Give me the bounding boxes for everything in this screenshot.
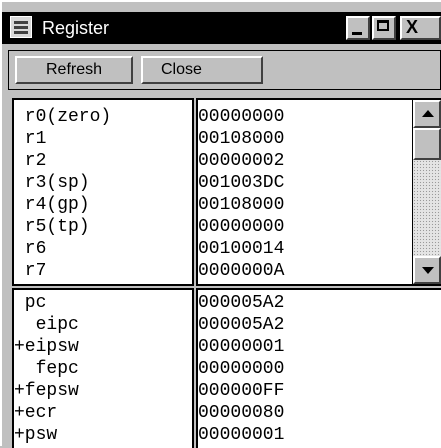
general-register-names: r0(zero) r1 r2 r3(sp) r4(gp) r5(tp) r6 r… (12, 98, 194, 286)
register-name[interactable]: r5(tp) (14, 216, 90, 238)
register-name[interactable]: +psw (14, 424, 57, 446)
refresh-button[interactable]: Refresh (15, 56, 133, 84)
register-value[interactable]: 00000000 (198, 358, 284, 380)
register-value[interactable]: 00000002 (198, 150, 284, 172)
register-value[interactable]: 000005A2 (198, 292, 284, 314)
register-name[interactable]: eipc (14, 314, 79, 336)
register-name[interactable]: pc (14, 292, 47, 314)
system-register-values: 000005A2 000005A2 00000001 00000000 0000… (196, 288, 441, 448)
register-value[interactable]: 00000080 (198, 402, 284, 424)
close-window-button[interactable]: X (400, 16, 441, 40)
register-name[interactable]: +fepsw (14, 380, 79, 402)
arrow-up-icon (422, 110, 434, 117)
title-bar[interactable]: Register X (2, 12, 441, 44)
register-window-icon (10, 16, 32, 38)
register-name[interactable]: +eipsw (14, 336, 79, 358)
vertical-scrollbar[interactable] (412, 98, 441, 286)
register-name[interactable]: +ecr (14, 402, 57, 424)
register-name[interactable]: r0(zero) (14, 106, 111, 128)
register-value[interactable]: 00000000 (198, 216, 284, 238)
arrow-down-icon (422, 267, 434, 274)
register-value[interactable]: 00100014 (198, 238, 284, 260)
system-register-names: pc eipc +eipsw fepc +fepsw +ecr +psw (12, 288, 194, 448)
general-register-values: 00000000 00108000 00000002 001003DC 0010… (196, 98, 412, 286)
minimize-button[interactable] (346, 16, 370, 40)
register-name[interactable]: r2 (14, 150, 47, 172)
scroll-up-button[interactable] (413, 100, 441, 128)
register-name[interactable]: r3(sp) (14, 172, 90, 194)
register-value[interactable]: 000000FF (198, 380, 284, 402)
register-name[interactable]: fepc (14, 358, 79, 380)
maximize-icon (377, 20, 389, 31)
register-name[interactable]: r7 (14, 260, 47, 282)
scroll-down-button[interactable] (413, 256, 441, 284)
minimize-icon (352, 32, 362, 35)
register-value[interactable]: 00000001 (198, 336, 284, 358)
window-title: Register (42, 18, 110, 38)
register-value[interactable]: 00000001 (198, 424, 284, 446)
register-value[interactable]: 000005A2 (198, 314, 284, 336)
toolbar: Refresh Close (8, 50, 441, 90)
register-value[interactable]: 00108000 (198, 194, 284, 216)
register-name[interactable]: r4(gp) (14, 194, 90, 216)
scroll-thumb[interactable] (413, 128, 441, 160)
register-name[interactable]: r1 (14, 128, 47, 150)
register-value[interactable]: 00000000 (198, 106, 284, 128)
register-value[interactable]: 0000000A (198, 260, 284, 282)
register-value[interactable]: 001003DC (198, 172, 284, 194)
close-button[interactable]: Close (141, 56, 263, 84)
register-window: Register X Refresh Close r0(zero) r1 r2 … (0, 0, 441, 448)
close-icon: X (406, 17, 419, 37)
register-value[interactable]: 00108000 (198, 128, 284, 150)
maximize-button[interactable] (372, 16, 396, 40)
register-name[interactable]: r6 (14, 238, 47, 260)
